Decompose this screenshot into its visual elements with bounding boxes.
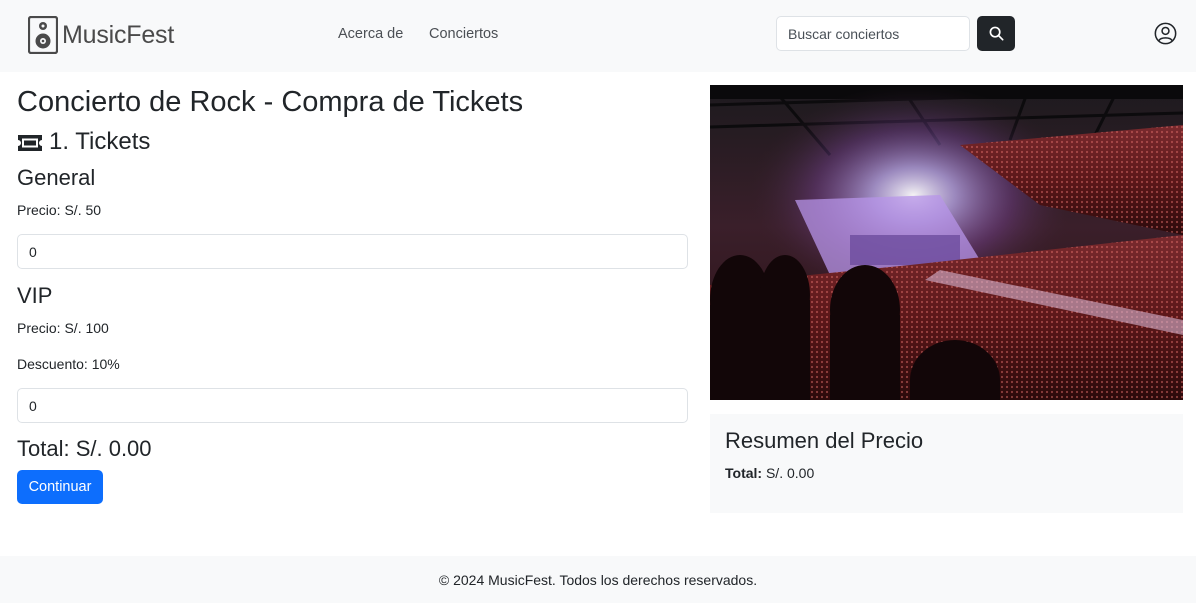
- page-title: Concierto de Rock - Compra de Tickets: [17, 86, 524, 118]
- ticket-vip-discount: Descuento: 10%: [17, 356, 120, 372]
- speaker-logo-icon: [28, 16, 58, 54]
- summary-total: Total: S/. 0.00: [725, 465, 814, 481]
- brand-link[interactable]: MusicFest: [28, 16, 174, 54]
- ticket-general-price: Precio: S/. 50: [17, 202, 102, 218]
- footer: © 2024 MusicFest. Todos los derechos res…: [0, 556, 1196, 603]
- summary-title: Resumen del Precio: [725, 428, 924, 453]
- order-total: Total: S/. 0.00: [17, 436, 152, 461]
- section-heading: 1. Tickets: [17, 128, 150, 156]
- footer-text: © 2024 MusicFest. Todos los derechos res…: [438, 571, 758, 588]
- ticket-icon: [18, 135, 42, 151]
- search-input[interactable]: [776, 16, 970, 51]
- user-circle-icon[interactable]: [1154, 22, 1177, 45]
- navbar: MusicFest Acerca de Conciertos: [0, 0, 1196, 72]
- continue-button[interactable]: Continuar: [17, 470, 103, 504]
- nav-link-about[interactable]: Acerca de: [338, 26, 403, 42]
- ticket-tier-general-title: General: [17, 165, 96, 190]
- price-summary-card: Resumen del Precio Total: S/. 0.00: [710, 414, 1183, 513]
- ticket-vip-price: Precio: S/. 100: [17, 320, 109, 336]
- search-button[interactable]: [977, 16, 1015, 51]
- nav-link-concerts[interactable]: Conciertos: [429, 26, 498, 42]
- summary-total-label: Total:: [725, 465, 763, 481]
- ticket-tier-vip-title: VIP: [17, 283, 53, 308]
- summary-total-value: S/. 0.00: [765, 465, 815, 481]
- concert-photo: [710, 85, 1183, 400]
- search-icon: [989, 26, 1004, 41]
- vip-quantity-input[interactable]: [17, 388, 688, 423]
- section-title: 1. Tickets: [49, 128, 151, 155]
- brand-name: MusicFest: [62, 20, 175, 49]
- general-quantity-input[interactable]: [17, 234, 688, 269]
